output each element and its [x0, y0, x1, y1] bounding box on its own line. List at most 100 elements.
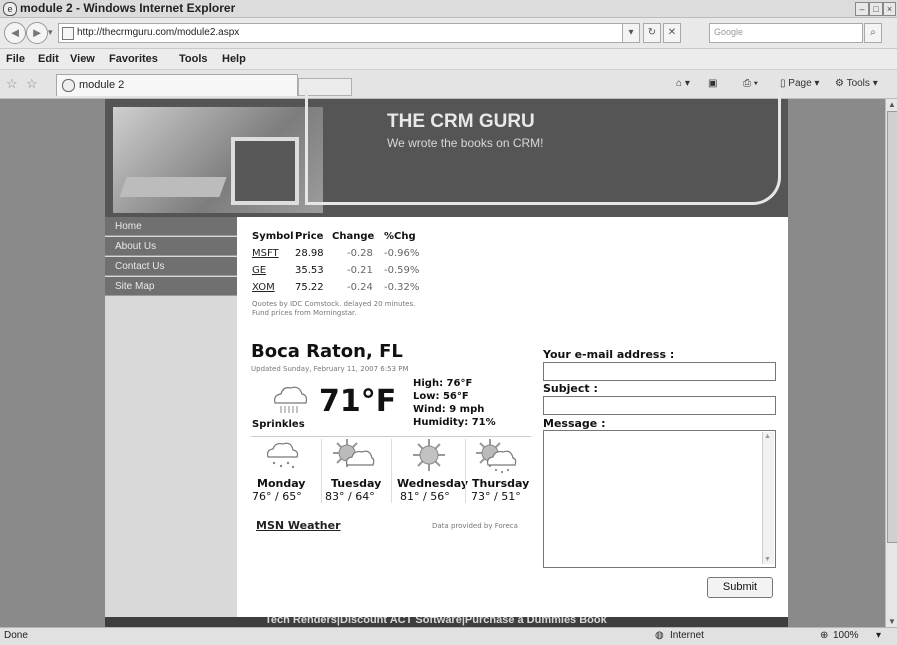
stock-header-pct: %Chg: [384, 231, 416, 242]
sun-icon: [413, 439, 445, 471]
main-content: Symbol Price Change %Chg MSFT 28.98 -0.2…: [237, 217, 788, 627]
web-page: THE CRM GURU We wrote the books on CRM! …: [105, 89, 788, 627]
msn-weather-link[interactable]: MSN Weather: [256, 519, 341, 532]
weather-condition: Sprinkles: [252, 419, 305, 430]
nav-contact-us[interactable]: Contact Us: [105, 257, 237, 276]
site-header: THE CRM GURU We wrote the books on CRM!: [105, 89, 788, 217]
weather-provider: Data provided by Foreca: [432, 522, 518, 530]
divider: [465, 439, 466, 503]
favorites-star-icon[interactable]: ☆: [6, 76, 18, 92]
maximize-button[interactable]: □: [869, 2, 883, 16]
subject-label: Subject :: [543, 382, 598, 395]
add-favorite-icon[interactable]: ☆: [26, 76, 38, 92]
nav-about-us[interactable]: About Us: [105, 237, 237, 256]
stock-change: -0.21: [347, 265, 373, 276]
scroll-down-icon[interactable]: ▼: [764, 556, 771, 563]
menu-edit[interactable]: Edit: [38, 53, 59, 65]
sprinkles-icon: [274, 386, 308, 413]
security-zone: Internet: [670, 630, 704, 641]
stock-pct: -0.32%: [384, 282, 420, 293]
site-subtitle: We wrote the books on CRM!: [387, 136, 544, 150]
menu-view[interactable]: View: [70, 53, 95, 65]
sun-rain-cloud-icon: [476, 439, 517, 474]
zoom-dropdown-icon[interactable]: ▾: [876, 630, 881, 641]
stock-symbol-link[interactable]: GE: [252, 265, 266, 276]
page-menu-button[interactable]: ▯ Page ▾: [780, 78, 819, 89]
page-scrollbar[interactable]: ▲ ▼: [885, 99, 897, 627]
sun-cloud-icon: [333, 439, 375, 467]
weather-city: Boca Raton, FL: [251, 341, 403, 362]
nav-site-map[interactable]: Site Map: [105, 277, 237, 296]
close-button[interactable]: ×: [883, 2, 896, 16]
minimize-button[interactable]: –: [855, 2, 869, 16]
menu-favorites[interactable]: Favorites: [109, 53, 158, 65]
stock-header-price: Price: [295, 231, 324, 242]
stock-change: -0.24: [347, 282, 373, 293]
forward-button[interactable]: ►: [26, 22, 48, 44]
back-button[interactable]: ◄: [4, 22, 26, 44]
footer: Tech Renders|Discount ACT Software|Purch…: [105, 617, 788, 627]
stock-header-change: Change: [332, 231, 375, 242]
search-icon[interactable]: ⌕: [864, 23, 882, 43]
zoom-level[interactable]: 100%: [833, 630, 859, 641]
forecast-temps: 73° / 51°: [471, 490, 521, 503]
stock-header-symbol: Symbol: [252, 231, 294, 242]
scroll-thumb[interactable]: [887, 111, 897, 543]
scroll-up-icon[interactable]: ▲: [888, 100, 896, 109]
nav-home[interactable]: Home: [105, 217, 237, 236]
forecast-day: Thursday: [472, 477, 530, 490]
tools-menu-button[interactable]: ⚙ Tools ▾: [835, 78, 878, 89]
submit-button[interactable]: Submit: [707, 577, 773, 598]
menu-file[interactable]: File: [6, 53, 25, 65]
stock-pct: -0.96%: [384, 248, 420, 259]
page-icon: [62, 79, 75, 92]
current-temperature: 71°F: [319, 384, 397, 419]
weather-high: High: 76°F: [413, 378, 473, 389]
search-placeholder: Google: [714, 27, 744, 37]
tab-module-2[interactable]: module 2: [56, 74, 298, 96]
print-icon[interactable]: ⎙ ▾: [743, 78, 758, 89]
weather-updated: Updated Sunday, February 11, 2007 6:53 P…: [251, 365, 409, 373]
scroll-up-icon[interactable]: ▲: [764, 433, 771, 440]
stock-note: Quotes by IDC Comstock. delayed 20 minut…: [252, 300, 416, 308]
message-label: Message :: [543, 417, 606, 430]
address-toolbar: ◄ ► ▾ http://thecrmguru.com/module2.aspx…: [0, 18, 897, 49]
internet-zone-icon: ◍: [655, 630, 664, 641]
stock-change: -0.28: [347, 248, 373, 259]
weather-low: Low: 56°F: [413, 391, 469, 402]
message-scrollbar[interactable]: ▲ ▼: [762, 432, 774, 564]
address-dropdown-button[interactable]: ▾: [622, 23, 640, 43]
sidebar: Home About Us Contact Us Site Map: [105, 217, 237, 627]
stock-symbol-link[interactable]: MSFT: [252, 248, 279, 259]
menu-tools[interactable]: Tools: [179, 53, 208, 65]
forecast-day: Tuesday: [331, 477, 382, 490]
home-icon[interactable]: ⌂ ▾: [676, 78, 690, 89]
subject-field[interactable]: [543, 396, 776, 415]
page-menu-label: Page: [788, 78, 812, 89]
scroll-down-icon[interactable]: ▼: [888, 617, 896, 626]
feeds-icon[interactable]: ▣: [708, 78, 717, 89]
divider: [391, 439, 392, 503]
site-title: THE CRM GURU: [387, 111, 535, 132]
zoom-icon[interactable]: ⊕: [820, 630, 828, 641]
status-text: Done: [4, 630, 28, 641]
stock-price: 28.98: [295, 248, 324, 259]
menu-bar: File Edit View Favorites Tools Help: [0, 49, 897, 70]
history-dropdown-icon[interactable]: ▾: [48, 27, 53, 38]
forecast-temps: 76° / 65°: [252, 490, 302, 503]
divider: [321, 439, 322, 503]
stock-price: 35.53: [295, 265, 324, 276]
forecast-temps: 81° / 56°: [400, 490, 450, 503]
stop-icon[interactable]: ✕: [663, 23, 681, 43]
forecast-day: Monday: [257, 477, 306, 490]
forecast-day: Wednesday: [397, 477, 469, 490]
email-field[interactable]: [543, 362, 776, 381]
menu-help[interactable]: Help: [222, 53, 246, 65]
footer-links[interactable]: Tech Renders|Discount ACT Software|Purch…: [265, 617, 607, 626]
message-textarea[interactable]: ▲ ▼: [543, 430, 776, 568]
refresh-icon[interactable]: ↻: [643, 23, 661, 43]
address-bar[interactable]: http://thecrmguru.com/module2.aspx: [58, 23, 640, 43]
search-input[interactable]: Google: [709, 23, 863, 43]
stock-price: 75.22: [295, 282, 324, 293]
stock-symbol-link[interactable]: XOM: [252, 282, 275, 293]
